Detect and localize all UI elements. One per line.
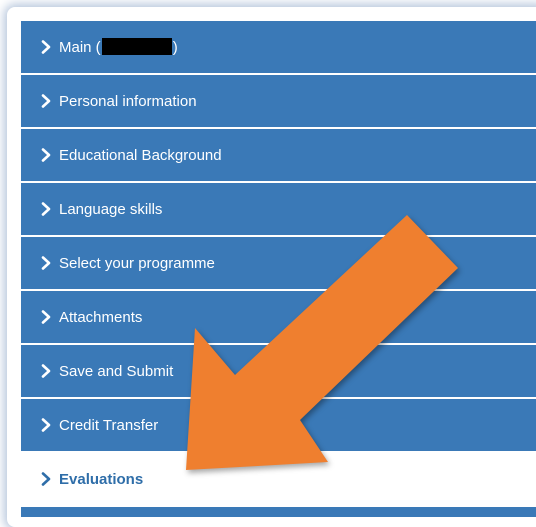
menu-item-educational-background[interactable]: Educational Background bbox=[21, 129, 536, 181]
chevron-right-icon bbox=[39, 202, 53, 216]
menu-item-label: Save and Submit bbox=[59, 362, 174, 380]
menu-item-label: Personal information bbox=[59, 92, 197, 110]
chevron-right-icon bbox=[39, 310, 53, 324]
menu-item-label: Attachments bbox=[59, 308, 143, 326]
chevron-right-icon bbox=[39, 256, 53, 270]
menu-item-label: Educational Background bbox=[59, 146, 222, 164]
chevron-right-icon bbox=[39, 148, 53, 162]
menu-item-language-skills[interactable]: Language skills bbox=[21, 183, 536, 235]
menu-item-label: Language skills bbox=[59, 200, 163, 218]
menu-item-main[interactable]: Main () bbox=[21, 21, 536, 73]
menu-item-label: Evaluations bbox=[59, 470, 144, 488]
menu-item-partial[interactable] bbox=[21, 507, 536, 517]
chevron-right-icon bbox=[39, 40, 53, 54]
menu-item-label: Credit Transfer bbox=[59, 416, 159, 434]
menu-item-label: Main () bbox=[59, 38, 178, 56]
menu-item-personal-information[interactable]: Personal information bbox=[21, 75, 536, 127]
chevron-right-icon bbox=[39, 364, 53, 378]
chevron-right-icon bbox=[39, 418, 53, 432]
application-menu: Main () Personal information Educational… bbox=[21, 21, 536, 517]
menu-item-label: Select your programme bbox=[59, 254, 215, 272]
chevron-right-icon bbox=[39, 472, 53, 486]
redacted-block bbox=[101, 38, 172, 55]
menu-item-attachments[interactable]: Attachments bbox=[21, 291, 536, 343]
menu-item-select-programme[interactable]: Select your programme bbox=[21, 237, 536, 289]
chevron-right-icon bbox=[39, 94, 53, 108]
menu-item-evaluations[interactable]: Evaluations bbox=[21, 453, 536, 505]
menu-item-credit-transfer[interactable]: Credit Transfer bbox=[21, 399, 536, 451]
menu-item-save-and-submit[interactable]: Save and Submit bbox=[21, 345, 536, 397]
